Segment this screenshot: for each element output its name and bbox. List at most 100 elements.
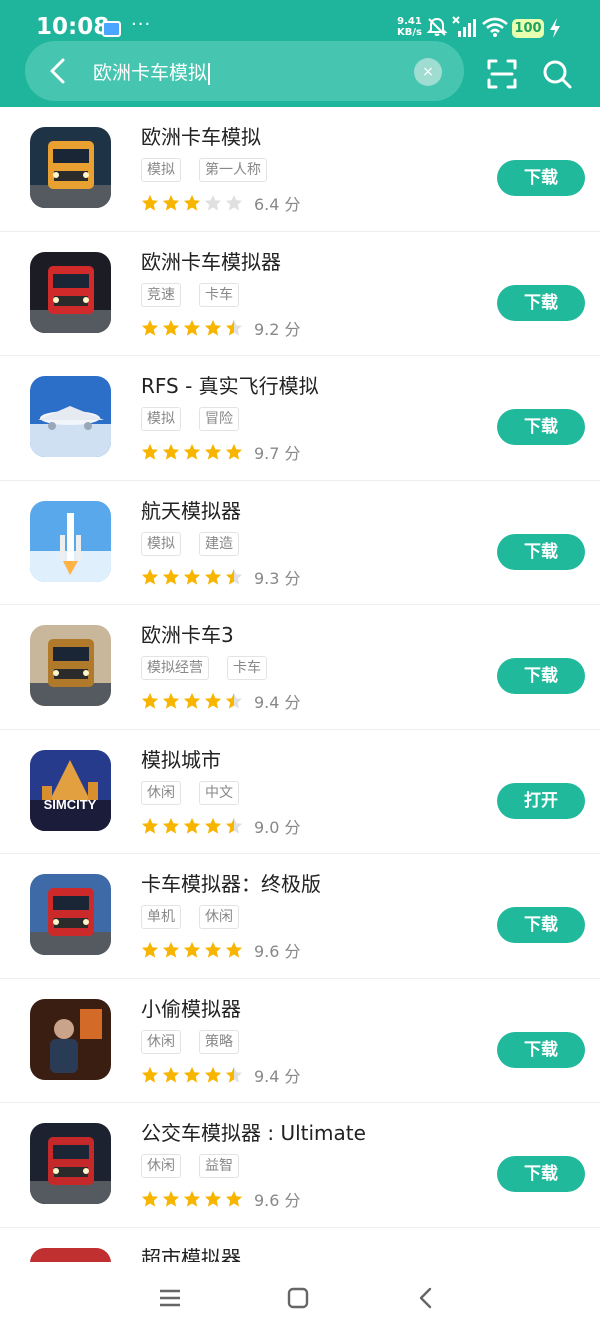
app-tag: 策略 [199, 1029, 239, 1054]
app-result-row[interactable]: SIMCITY 模拟城市 休闲 中文 9.0 分 打开 [0, 730, 600, 854]
app-name[interactable]: 欧洲卡车模拟器 [141, 246, 281, 275]
truck-gold-icon[interactable] [30, 625, 111, 706]
app-name[interactable]: 欧洲卡车模拟 [141, 121, 261, 150]
bus-red-icon[interactable] [30, 1123, 111, 1204]
app-tag: 中文 [199, 780, 239, 805]
star-icon [204, 319, 222, 336]
truck-orange-icon[interactable] [30, 127, 111, 208]
app-rating: 9.2 分 [141, 316, 301, 340]
star-icon [162, 1190, 180, 1207]
app-name[interactable]: 模拟城市 [141, 744, 221, 773]
app-result-row[interactable]: 欧洲卡车模拟 模拟 第一人称 6.4 分 下载 [0, 107, 600, 232]
home-icon[interactable] [286, 1286, 310, 1310]
app-name[interactable]: 小偷模拟器 [141, 993, 241, 1022]
download-button[interactable]: 下载 [497, 533, 585, 570]
app-name[interactable]: 卡车模拟器：终极版 [141, 868, 321, 897]
text-caret [208, 62, 211, 85]
download-button[interactable]: 下载 [497, 907, 585, 943]
star-icon [183, 692, 201, 709]
app-tags: 模拟 冒险 [141, 407, 239, 431]
rating-stars [141, 1190, 243, 1208]
network-speed-unit: KB/s [397, 27, 422, 38]
rating-stars [141, 692, 243, 710]
app-tag: 模拟 [141, 158, 181, 182]
thief-icon[interactable] [30, 998, 111, 1080]
app-result-row[interactable]: 超市模拟器 [0, 1228, 600, 1263]
star-icon [141, 194, 159, 211]
app-result-row[interactable]: 欧洲卡车3 模拟经营 卡车 9.4 分 下载 [0, 605, 600, 730]
search-box[interactable] [25, 41, 464, 101]
star-icon [225, 568, 243, 585]
star-icon [225, 194, 243, 211]
mute-bell-icon [426, 17, 448, 36]
download-button[interactable]: 下载 [497, 284, 585, 321]
wifi-icon [482, 17, 508, 37]
network-speed: 9.41 KB/s [397, 16, 422, 38]
message-icon [102, 21, 121, 37]
search-results-list[interactable]: 欧洲卡车模拟 模拟 第一人称 6.4 分下载 欧洲卡车模拟器 竞速 卡车 9.2 分下载 RFS… [0, 107, 600, 1262]
rating-stars [141, 1066, 243, 1084]
app-name[interactable]: RFS - 真实飞行模拟 [141, 370, 319, 399]
star-icon [204, 194, 222, 211]
app-name[interactable]: 公交车模拟器 : Ultimate [141, 1117, 366, 1146]
download-button[interactable]: 下载 [497, 1031, 585, 1068]
download-button[interactable]: 下载 [497, 409, 585, 445]
star-icon [204, 1066, 222, 1083]
star-icon [225, 1190, 243, 1207]
app-result-row[interactable]: 公交车模拟器 : Ultimate 休闲 益智 9.6 分 下载 [0, 1103, 600, 1228]
star-icon [141, 1190, 159, 1207]
app-result-row[interactable]: 小偷模拟器 休闲 策略 9.4 分 下载 [0, 979, 600, 1103]
download-button[interactable]: 下载 [497, 160, 585, 196]
clear-search-button[interactable]: × [414, 58, 442, 86]
app-tag: 休闲 [141, 1154, 181, 1178]
icon-brand-text: SIMCITY [44, 797, 97, 812]
star-icon [204, 443, 222, 460]
rating-score: 9.7 分 [254, 444, 301, 463]
app-tags: 休闲 策略 [141, 1029, 239, 1054]
app-result-row[interactable]: 航天模拟器 模拟 建造 9.3 分 下载 [0, 481, 600, 605]
app-tag: 休闲 [199, 905, 239, 929]
signal-icon [452, 16, 476, 37]
app-result-row[interactable]: RFS - 真实飞行模拟模拟 冒险 9.7 分 下载 [0, 356, 600, 481]
app-result-row[interactable]: 欧洲卡车模拟器 竞速 卡车 9.2 分 下载 [0, 232, 600, 356]
truck-red-icon[interactable] [30, 874, 111, 955]
app-tag: 竞速 [141, 282, 181, 307]
search-input[interactable]: 欧洲卡车模拟 [93, 58, 211, 85]
menu-icon[interactable] [158, 1286, 182, 1310]
rating-score: 9.0 分 [254, 817, 301, 837]
search-query: 欧洲卡车模拟 [93, 62, 208, 84]
rating-score: 6.4 分 [254, 195, 301, 214]
app-tag: 模拟经营 [141, 656, 209, 680]
rocket-icon[interactable] [30, 500, 111, 582]
search-icon[interactable] [541, 58, 573, 90]
download-button[interactable]: 下载 [497, 1156, 585, 1192]
simcity-icon[interactable]: SIMCITY [30, 749, 111, 831]
charging-icon [550, 18, 560, 38]
app-tags: 模拟经营 卡车 [141, 656, 267, 680]
app-tag: 单机 [141, 905, 181, 929]
download-button[interactable]: 下载 [497, 658, 585, 694]
airplane-icon[interactable] [30, 376, 111, 457]
star-icon [141, 568, 159, 585]
star-icon [183, 1066, 201, 1083]
star-icon [141, 692, 159, 709]
star-icon [225, 941, 243, 958]
open-button[interactable]: 打开 [497, 782, 585, 819]
truck-black-red-icon[interactable] [30, 251, 111, 333]
star-icon [183, 319, 201, 336]
app-tag: 卡车 [227, 656, 267, 680]
app-tags: 单机 休闲 [141, 905, 239, 929]
rating-stars [141, 568, 243, 586]
app-name[interactable]: 航天模拟器 [141, 495, 241, 524]
scan-icon[interactable] [486, 58, 518, 90]
back-arrow-icon[interactable] [44, 55, 74, 87]
star-icon [162, 568, 180, 585]
app-rating: 9.3 分 [141, 565, 301, 589]
app-name[interactable]: 欧洲卡车3 [141, 619, 234, 648]
app-rating: 9.4 分 [141, 689, 301, 713]
app-name[interactable]: 超市模拟器 [141, 1242, 241, 1263]
nav-back-icon[interactable] [414, 1286, 438, 1310]
star-icon [162, 817, 180, 834]
supermarket-icon[interactable] [30, 1247, 111, 1262]
app-result-row[interactable]: 卡车模拟器：终极版 单机 休闲 9.6 分 下载 [0, 854, 600, 979]
